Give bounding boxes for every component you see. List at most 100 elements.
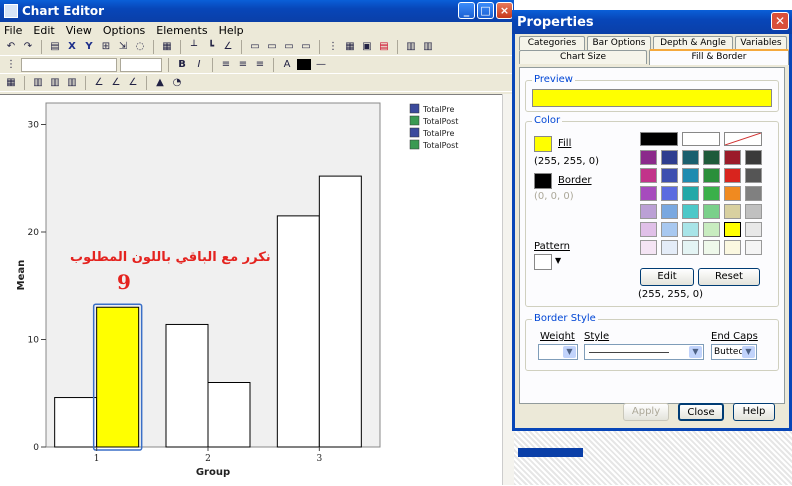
menu-file[interactable]: File bbox=[4, 24, 22, 37]
edit-button[interactable]: Edit bbox=[640, 268, 694, 286]
palette-cell[interactable] bbox=[682, 240, 699, 255]
palette-cell[interactable] bbox=[724, 204, 741, 219]
annotation-icon[interactable]: ▭ bbox=[265, 40, 279, 54]
fit-line-icon[interactable]: ┗ bbox=[204, 40, 218, 54]
palette-cell[interactable] bbox=[745, 222, 762, 237]
apply-button[interactable]: Apply bbox=[623, 403, 669, 421]
menu-edit[interactable]: Edit bbox=[33, 24, 54, 37]
border-swatch[interactable] bbox=[534, 173, 552, 189]
align-center-icon[interactable]: ≡ bbox=[236, 58, 250, 72]
clustered-bar-icon[interactable]: ▥ bbox=[48, 76, 62, 90]
line-chart-icon[interactable]: ∠ bbox=[92, 76, 106, 90]
font-combo[interactable] bbox=[21, 57, 117, 72]
chart-canvas[interactable]: 0 10 20 30 Mean 1 2 3 Group TotalPre TotalPost Tota… bbox=[0, 94, 502, 485]
palette-cell[interactable] bbox=[661, 240, 678, 255]
palette-cell[interactable] bbox=[682, 186, 699, 201]
palette-cell[interactable] bbox=[640, 222, 657, 237]
menu-options[interactable]: Options bbox=[103, 24, 145, 37]
properties-close-icon[interactable]: ✕ bbox=[771, 12, 789, 30]
stacked-icon[interactable]: ▥ bbox=[421, 40, 435, 54]
table-icon[interactable]: ▦ bbox=[343, 40, 357, 54]
palette-cell[interactable] bbox=[745, 150, 762, 165]
help-button[interactable]: Help bbox=[733, 403, 775, 421]
tab-categories[interactable]: Categories bbox=[519, 36, 585, 50]
undo-icon[interactable]: ↶ bbox=[4, 40, 18, 54]
palette-cell[interactable] bbox=[724, 150, 741, 165]
palette-cell[interactable] bbox=[724, 132, 762, 146]
palette-cell[interactable] bbox=[724, 222, 741, 237]
align-right-icon[interactable]: ≡ bbox=[253, 58, 267, 72]
tab-bar-options[interactable]: Bar Options bbox=[587, 36, 651, 50]
weight-combo[interactable]: ▼ bbox=[538, 344, 578, 360]
transform-icon[interactable]: ⇲ bbox=[116, 40, 130, 54]
reset-button[interactable]: Reset bbox=[698, 268, 760, 286]
histogram-icon[interactable]: ▲ bbox=[153, 76, 167, 90]
y-axis-icon[interactable]: Y bbox=[82, 40, 96, 54]
multi-line-icon[interactable]: ∠ bbox=[109, 76, 123, 90]
size-combo[interactable] bbox=[120, 57, 162, 72]
palette-cell[interactable] bbox=[703, 150, 720, 165]
pattern-swatch[interactable] bbox=[534, 254, 552, 270]
palette-cell[interactable] bbox=[682, 150, 699, 165]
palette-cell[interactable] bbox=[640, 204, 657, 219]
lasso-icon[interactable]: ◌ bbox=[133, 40, 147, 54]
fill-swatch[interactable] bbox=[534, 136, 552, 152]
interpolation-icon[interactable]: ∠ bbox=[221, 40, 235, 54]
palette-cell[interactable] bbox=[703, 168, 720, 183]
grid-icon[interactable]: ⋮ bbox=[326, 40, 340, 54]
x-axis-icon[interactable]: X bbox=[65, 40, 79, 54]
palette-cell[interactable] bbox=[661, 186, 678, 201]
palette-cell[interactable] bbox=[661, 168, 678, 183]
data-labels-icon[interactable]: ▣ bbox=[360, 40, 374, 54]
tab-depth-angle[interactable]: Depth & Angle bbox=[653, 36, 733, 50]
palette-cell[interactable] bbox=[640, 240, 657, 255]
pie-chart-icon[interactable]: ◔ bbox=[170, 76, 184, 90]
menu-elements[interactable]: Elements bbox=[156, 24, 207, 37]
fill-color-icon[interactable] bbox=[297, 59, 311, 70]
palette-cell[interactable] bbox=[682, 168, 699, 183]
palette-cell[interactable] bbox=[640, 150, 657, 165]
palette-cell[interactable] bbox=[703, 204, 720, 219]
palette-cell[interactable] bbox=[661, 204, 678, 219]
title-icon[interactable]: ▭ bbox=[248, 40, 262, 54]
line-style-icon[interactable]: — bbox=[314, 58, 328, 72]
close-icon[interactable]: × bbox=[496, 2, 513, 19]
bar-chart-icon[interactable]: ▥ bbox=[404, 40, 418, 54]
palette-cell[interactable] bbox=[724, 186, 741, 201]
chart-type-icon[interactable]: ▦ bbox=[4, 76, 18, 90]
chart-icon[interactable]: ▦ bbox=[160, 40, 174, 54]
palette-cell[interactable] bbox=[682, 222, 699, 237]
italic-icon[interactable]: I bbox=[192, 58, 206, 72]
palette-cell[interactable] bbox=[661, 150, 678, 165]
palette-cell[interactable] bbox=[724, 240, 741, 255]
style-combo[interactable]: ▼ bbox=[584, 344, 704, 360]
bold-icon[interactable]: B bbox=[175, 58, 189, 72]
chart-editor-titlebar[interactable]: Chart Editor bbox=[0, 0, 514, 22]
tab-fill-border[interactable]: Fill & Border bbox=[649, 49, 789, 65]
footnote-icon[interactable]: ▭ bbox=[299, 40, 313, 54]
palette-cell[interactable] bbox=[703, 222, 720, 237]
palette-cell[interactable] bbox=[682, 132, 720, 146]
minimize-button[interactable]: _ bbox=[458, 2, 475, 19]
palette-cell[interactable] bbox=[640, 132, 678, 146]
text-color-icon[interactable]: A bbox=[280, 58, 294, 72]
palette-cell[interactable] bbox=[745, 240, 762, 255]
bar-chart[interactable]: 0 10 20 30 Mean 1 2 3 Group TotalPre TotalPost Tota… bbox=[0, 95, 502, 486]
palette-cell[interactable] bbox=[682, 204, 699, 219]
close-button[interactable]: Close bbox=[678, 403, 724, 421]
area-chart-icon[interactable]: ∠ bbox=[126, 76, 140, 90]
palette-cell[interactable] bbox=[745, 186, 762, 201]
bar-icon[interactable]: ▥ bbox=[31, 76, 45, 90]
tab-variables[interactable]: Variables bbox=[735, 36, 787, 50]
palette-cell[interactable] bbox=[703, 186, 720, 201]
properties-icon[interactable]: ▤ bbox=[48, 40, 62, 54]
end-caps-combo[interactable]: Butted ▼ bbox=[711, 344, 757, 360]
reference-line-icon[interactable]: ┴ bbox=[187, 40, 201, 54]
maximize-button[interactable]: □ bbox=[477, 2, 494, 19]
palette-cell[interactable] bbox=[640, 186, 657, 201]
menu-view[interactable]: View bbox=[66, 24, 92, 37]
redo-icon[interactable]: ↷ bbox=[21, 40, 35, 54]
legend-icon[interactable]: ▤ bbox=[377, 40, 391, 54]
pattern-dropdown-icon[interactable]: ▼ bbox=[555, 256, 561, 265]
palette-cell[interactable] bbox=[745, 168, 762, 183]
